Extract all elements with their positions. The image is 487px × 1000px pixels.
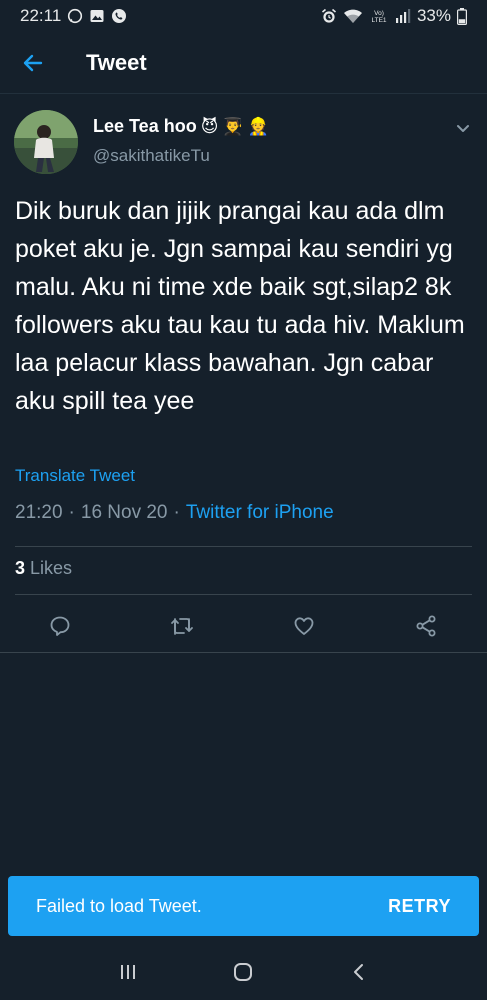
error-snackbar: Failed to load Tweet. RETRY [8,876,479,936]
alarm-icon [321,8,337,24]
tweet-time: 21:20 [15,502,63,523]
reply-icon [50,616,70,636]
snackbar-message: Failed to load Tweet. [36,895,202,916]
author-emoji: 👷 [247,117,269,136]
back-button[interactable] [2,32,64,94]
divider [0,652,487,653]
author-name: Lee Tea hoo [93,116,197,136]
home-button[interactable] [223,952,263,992]
page-title: Tweet [86,49,147,75]
system-nav-bar [0,944,487,1000]
likes-count: 3 [15,558,26,578]
retweet-button[interactable] [166,610,198,642]
share-button[interactable] [410,610,442,642]
phone-icon [111,8,127,24]
status-left: 22:11 [20,6,127,26]
avatar[interactable] [14,110,78,174]
like-icon [294,617,314,635]
retry-button[interactable]: RETRY [388,896,451,917]
svg-text:LTE1: LTE1 [371,17,386,24]
reply-button[interactable] [44,610,76,642]
chevron-down-icon [457,125,469,132]
tweet-source-link[interactable]: Twitter for iPhone [186,502,334,524]
translate-tweet-link[interactable]: Translate Tweet [15,466,135,486]
home-icon [234,963,253,981]
gallery-icon [89,8,105,24]
author-emoji: 😈 [200,117,219,136]
like-button[interactable] [288,610,320,642]
signal-icon [395,8,411,24]
whatsapp-icon [67,8,83,24]
likes-label: Likes [30,558,73,578]
svg-text:Vo): Vo) [374,10,384,17]
volte-icon: Vo) LTE1 [369,8,389,24]
tweet-actions [0,602,487,650]
divider [15,594,472,595]
tweet-menu-button[interactable] [453,118,473,138]
back-arrow-icon [23,54,43,71]
recent-apps-icon [120,965,135,979]
status-bar: 22:11 Vo) LTE1 33% [0,0,487,32]
author-name-line[interactable]: Lee Tea hoo 😈 👨‍🎓 👷 [93,116,269,137]
status-time: 22:11 [20,6,62,25]
status-right: Vo) LTE1 33% [321,6,467,26]
battery-percent: 33% [416,6,451,25]
divider [15,546,472,547]
tweet-meta: 21:20 · 16 Nov 20 · Twitter for iPhone [15,502,334,524]
author-handle[interactable]: @sakithatikeTu [93,146,210,166]
recent-apps-button[interactable] [108,952,148,992]
tweet-detail: Lee Tea hoo 😈 👨‍🎓 👷 @sakithatikeTu Dik b… [0,94,487,653]
retweet-icon [171,618,193,635]
author-row: Lee Tea hoo 😈 👨‍🎓 👷 @sakithatikeTu [0,94,487,180]
tweet-text: Dik buruk dan jijik prangai kau ada dlm … [15,197,465,415]
author-emoji: 👨‍🎓 [222,117,244,136]
tweet-date: 16 Nov 20 [80,502,168,523]
app-header: Tweet [0,32,487,94]
share-icon [416,615,436,637]
system-back-button[interactable] [339,952,379,992]
likes-row[interactable]: 3 Likes [15,558,72,579]
wifi-icon [343,8,363,24]
meta-separator: · [68,502,75,523]
battery-icon [457,7,467,25]
meta-separator: · [173,502,180,523]
chevron-left-icon [354,964,364,980]
